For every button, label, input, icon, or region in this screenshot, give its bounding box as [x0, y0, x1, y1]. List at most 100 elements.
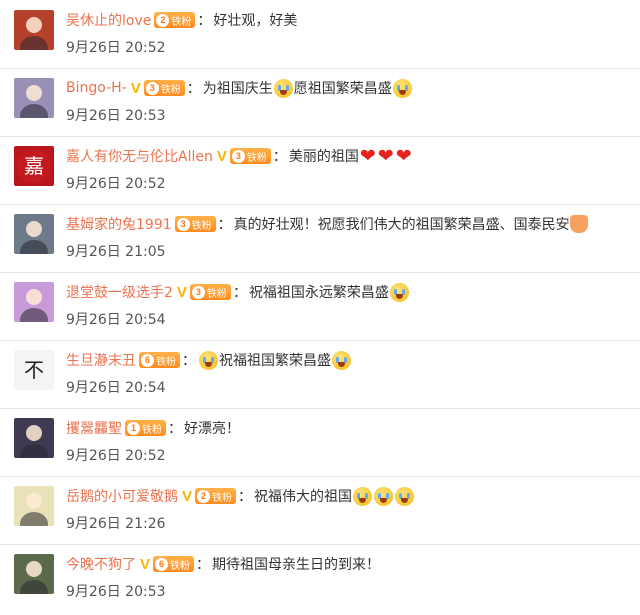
- comment-timestamp: 9月26日 20:52: [66, 40, 166, 56]
- emoji-mouth: [359, 497, 367, 503]
- emoji-mouth: [338, 361, 345, 367]
- comment-timestamp: 9月26日 21:26: [66, 516, 166, 532]
- comment-divider: [0, 68, 640, 69]
- comment-text: 愿祖国繁荣昌盛: [293, 81, 392, 97]
- crying-laugh-emoji-icon: [395, 486, 415, 506]
- comment-divider: [0, 204, 640, 205]
- emoji-mouth: [398, 89, 406, 95]
- username-link[interactable]: 攫翯龘聖: [66, 418, 122, 438]
- colon-separator: ：: [182, 353, 196, 369]
- comment-text: 好漂亮！: [184, 421, 240, 437]
- user-avatar[interactable]: [14, 214, 54, 254]
- emoji-mouth: [279, 89, 287, 95]
- username-link[interactable]: 岳鹅的小可爱敬鹅: [66, 486, 178, 506]
- fan-level-number: 3: [176, 217, 190, 231]
- fan-level-badge[interactable]: 3 铁粉: [174, 216, 216, 232]
- fan-level-badge[interactable]: 1 铁粉: [125, 420, 166, 436]
- colon-separator: ：: [197, 13, 212, 29]
- comment-timestamp: 9月26日 21:05: [66, 244, 166, 260]
- comment-item: 嘉嘉人有你无与伦比Allen V 3 铁粉：美丽的祖国 ❤ ❤ ❤ 9月26日 20:52: [0, 136, 640, 204]
- comment-divider: [0, 272, 640, 273]
- comment-timestamp: 9月26日 20:52: [66, 448, 166, 464]
- comment-divider: [0, 544, 640, 545]
- user-avatar[interactable]: [14, 418, 54, 458]
- crying-laugh-emoji-icon: [199, 350, 218, 370]
- user-avatar[interactable]: [14, 554, 54, 594]
- comment-text: 好壮观，好美: [213, 13, 298, 29]
- colon-separator: ：: [238, 489, 253, 505]
- fan-level-label: 铁粉: [170, 560, 191, 572]
- comment-item: 攫翯龘聖 1 铁粉：好漂亮！ 9月26日 20:52: [0, 408, 640, 476]
- username-link[interactable]: 退堂鼓一级选手2: [66, 282, 173, 302]
- user-avatar[interactable]: 不: [14, 350, 54, 390]
- person-avatar: [20, 425, 48, 458]
- crying-laugh-emoji-icon: [392, 78, 412, 98]
- fan-level-badge[interactable]: 6 铁粉: [139, 352, 180, 368]
- fan-level-badge[interactable]: 3 铁粉: [229, 148, 271, 164]
- fan-level-label: 铁粉: [160, 84, 181, 96]
- comment-divider: [0, 136, 640, 137]
- comment-text: 真的好壮观！祝愿我们伟大的祖国繁荣昌盛、国泰民安: [233, 217, 570, 233]
- red-heart-icon: ❤: [377, 144, 394, 167]
- comment-header: 嘉人有你无与伦比Allen V 3 铁粉：美丽的祖国 ❤ ❤ ❤: [66, 145, 413, 167]
- comment-timestamp: 9月26日 20:54: [66, 312, 166, 328]
- comment-header: 退堂鼓一级选手2 V 3 铁粉：祝福祖国永远繁荣昌盛: [66, 281, 410, 303]
- comment-header: 岳鹅的小可爱敬鹅 V 2 铁粉：祝福伟大的祖国: [66, 485, 415, 507]
- fan-level-badge[interactable]: 6 铁粉: [153, 556, 195, 572]
- comment-text: 祝福伟大的祖国: [254, 489, 353, 505]
- user-avatar[interactable]: [14, 282, 54, 322]
- crying-laugh-emoji-icon: [353, 486, 373, 506]
- user-avatar[interactable]: [14, 486, 54, 526]
- username-link[interactable]: 嘉人有你无与伦比Allen: [66, 146, 213, 166]
- comment-text: 祝福祖国永远繁荣昌盛: [248, 285, 389, 301]
- comment-item: 基姆家的兔1991 3 铁粉：真的好壮观！祝愿我们伟大的祖国繁荣昌盛、国泰民安 9月2…: [0, 204, 640, 272]
- comment-item: Bingo-H- V 3 铁粉：为祖国庆生 愿祖国繁荣昌盛 9月26日 20:53: [0, 68, 640, 136]
- username-link[interactable]: 今晚不狗了: [66, 554, 136, 574]
- colon-separator: ：: [272, 149, 287, 165]
- crying-laugh-emoji-icon: [332, 350, 351, 370]
- fan-level-label: 铁粉: [171, 16, 192, 28]
- red-heart-icon: ❤: [395, 144, 412, 167]
- fan-level-label: 铁粉: [246, 152, 267, 164]
- fan-level-number: 1: [127, 421, 140, 435]
- anime-character-avatar: [20, 17, 48, 50]
- comment-item: 岳鹅的小可爱敬鹅 V 2 铁粉：祝福伟大的祖国 9月26日 21:26: [0, 476, 640, 544]
- comment-divider: [0, 408, 640, 409]
- crying-laugh-emoji-icon: [374, 486, 394, 506]
- person-avatar: [20, 561, 48, 594]
- comment-divider: [0, 340, 640, 341]
- colon-separator: ：: [196, 557, 211, 573]
- emoji-mouth: [401, 497, 409, 503]
- fan-level-badge[interactable]: 2 铁粉: [154, 12, 196, 28]
- fan-level-badge[interactable]: 3 铁粉: [143, 80, 185, 96]
- username-link[interactable]: 基姆家的兔1991: [66, 214, 172, 234]
- comment-list: 吴休止的love 2 铁粉：好壮观，好美 9月26日 20:52 Bingo-H- V 3 铁…: [0, 0, 640, 615]
- fan-level-badge[interactable]: 3 铁粉: [189, 284, 231, 300]
- comment-header: 吴休止的love 2 铁粉：好壮观，好美: [66, 9, 297, 31]
- comment-item: 吴休止的love 2 铁粉：好壮观，好美 9月26日 20:52: [0, 0, 640, 68]
- colon-separator: ：: [232, 285, 247, 301]
- fan-level-number: 2: [197, 489, 211, 503]
- comment-timestamp: 9月26日 20:54: [66, 380, 166, 396]
- fan-level-number: 6: [155, 557, 169, 571]
- fan-level-number: 6: [141, 353, 154, 367]
- user-avatar[interactable]: [14, 78, 54, 118]
- fan-level-badge[interactable]: 2 铁粉: [195, 488, 237, 504]
- fan-level-label: 铁粉: [156, 356, 176, 368]
- comment-text: 为祖国庆生: [202, 81, 273, 97]
- colon-separator: ：: [217, 217, 232, 233]
- crying-laugh-emoji-icon: [389, 282, 409, 302]
- comment-timestamp: 9月26日 20:53: [66, 584, 166, 600]
- username-link[interactable]: 吴休止的love: [66, 10, 151, 30]
- emoji-mouth: [205, 361, 212, 367]
- user-avatar[interactable]: [14, 10, 54, 50]
- calligraphy-avatar: 不: [24, 358, 44, 382]
- comment-text: 美丽的祖国: [288, 149, 359, 165]
- comment-text: 祝福祖国繁荣昌盛: [219, 353, 331, 369]
- cartoon-avatar: [20, 493, 48, 526]
- user-avatar[interactable]: 嘉: [14, 146, 54, 186]
- crying-laugh-emoji-icon: [273, 78, 293, 98]
- username-link[interactable]: 生旦瀞末丑: [66, 350, 136, 370]
- username-link[interactable]: Bingo-H-: [66, 80, 127, 96]
- comment-divider: [0, 476, 640, 477]
